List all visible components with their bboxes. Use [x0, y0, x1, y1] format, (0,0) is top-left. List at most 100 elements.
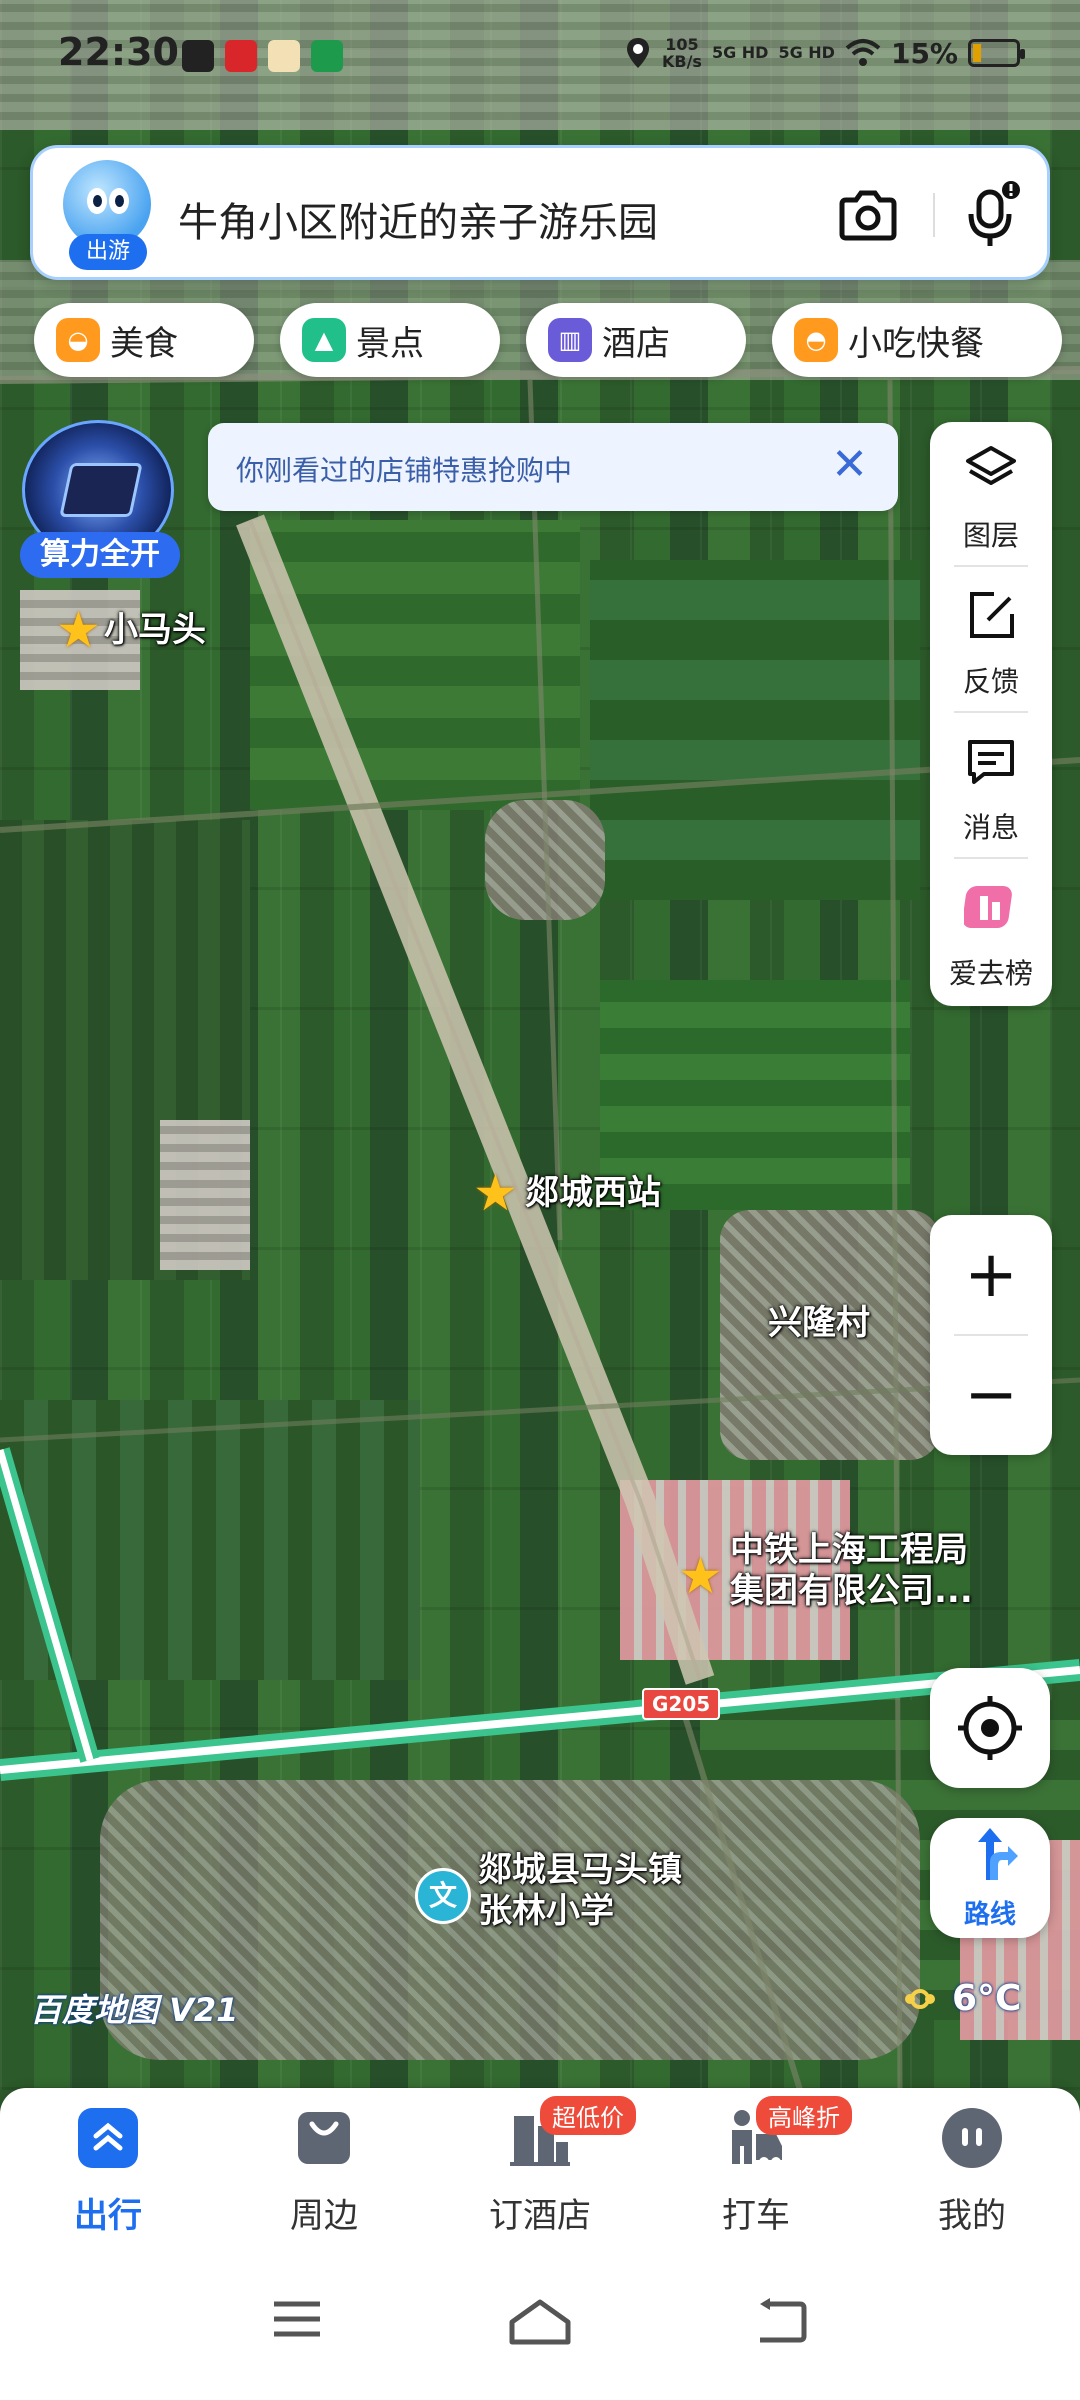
tab-label: 周边: [290, 2196, 358, 2236]
battery-icon: [968, 39, 1025, 67]
scenic-icon: ▲: [302, 318, 346, 362]
tab-label: 出行: [74, 2196, 142, 2236]
crec-label-line2: 集团有限公司...: [730, 1570, 973, 1611]
postal-notification-icon: [311, 40, 343, 72]
category-snacks[interactable]: ◓ 小吃快餐: [772, 303, 1062, 377]
favorite-star-icon[interactable]: ★: [56, 605, 102, 655]
signal-1: 5G HD: [712, 45, 769, 61]
hotel-icon: ▥: [548, 318, 592, 362]
feedback-icon: [970, 592, 1014, 638]
signal-2-label: 5G HD: [778, 43, 835, 62]
tab-label: 打车: [722, 2196, 790, 2236]
system-navigation-bar: [0, 2238, 1080, 2400]
camera-icon[interactable]: [838, 186, 898, 242]
tool-label: 图层: [962, 519, 1019, 552]
signal-2: 5G HD: [778, 45, 835, 61]
power-badge[interactable]: 算力全开: [20, 420, 180, 580]
search-bar[interactable]: 出游 牛角小区附近的亲子游乐园: [30, 145, 1050, 280]
map-label-crec[interactable]: 中铁上海工程局 集团有限公司...: [730, 1530, 973, 1612]
category-label: 美食: [110, 323, 178, 364]
status-bar: 22:30 105 KB/s 5G HD 5G HD 15%: [0, 0, 1080, 110]
zoom-in-button[interactable]: +: [930, 1215, 1052, 1335]
map-label-xinglong-village[interactable]: 兴隆村: [768, 1303, 870, 1344]
taobao-notification-icon: [225, 40, 257, 72]
ranking-icon: [964, 886, 1012, 928]
favorite-star-icon[interactable]: ★: [473, 1168, 519, 1218]
category-label: 小吃快餐: [848, 323, 984, 364]
search-divider: [933, 193, 935, 237]
promo-notice-text: 你刚看过的店铺特惠抢购中: [236, 454, 573, 487]
signal-1-label: 5G HD: [711, 43, 769, 62]
status-right: 105 KB/s 5G HD 5G HD 15%: [624, 36, 1025, 70]
tab-nearby[interactable]: 周边: [234, 2106, 414, 2236]
map-label-xiaomatou[interactable]: 小马头: [104, 610, 206, 651]
haze-icon: [905, 1988, 935, 2009]
zoom-out-button[interactable]: −: [930, 1335, 1052, 1455]
category-label: 景点: [356, 323, 424, 364]
favorite-star-icon[interactable]: ★: [678, 1551, 724, 1601]
route-label: 路线: [963, 1900, 1016, 1930]
menu-icon[interactable]: [270, 2298, 324, 2340]
nearby-bag-icon: [298, 2112, 350, 2164]
baidu-map-logo: 百度地图 V21: [30, 1991, 239, 2029]
crec-label-line1: 中铁上海工程局: [730, 1530, 968, 1570]
search-input[interactable]: 牛角小区附近的亲子游乐园: [178, 190, 658, 248]
snack-icon: ◓: [794, 318, 838, 362]
map-label-tancheng-west-station[interactable]: 郯城西站: [525, 1173, 661, 1214]
taxi-promo-badge: 高峰折: [756, 2096, 852, 2135]
app-notification-icon: [182, 40, 214, 72]
tool-messages[interactable]: 消息: [930, 714, 1052, 858]
tool-ranking[interactable]: 爱去榜: [930, 860, 1052, 1004]
game-notification-icon: [268, 40, 300, 72]
road-badge-g205: G205: [642, 1688, 721, 1720]
profile-icon: [942, 2108, 1002, 2168]
tool-label: 消息: [962, 811, 1019, 844]
tab-hotel[interactable]: 超低价 订酒店: [450, 2096, 636, 2236]
tab-profile[interactable]: 我的: [882, 2106, 1062, 2236]
tool-layers[interactable]: 图层: [930, 422, 1052, 566]
net-speed-unit: KB/s: [661, 52, 702, 71]
close-icon[interactable]: ✕: [831, 439, 868, 491]
school-label-line2: 张林小学: [478, 1890, 614, 1931]
temperature: 6°C: [952, 1978, 1022, 2019]
tool-feedback[interactable]: 反馈: [930, 568, 1052, 712]
travel-icon: [78, 2108, 138, 2168]
locate-button[interactable]: [930, 1668, 1050, 1788]
clock: 22:30: [58, 30, 179, 74]
promo-notice[interactable]: 你刚看过的店铺特惠抢购中 ✕: [208, 423, 898, 511]
route-arrow-icon: [978, 1828, 1018, 1880]
layers-icon: [966, 446, 1016, 485]
category-hotel[interactable]: ▥ 酒店: [526, 303, 746, 377]
map-label-school[interactable]: 郯城县马头镇 张林小学: [478, 1850, 682, 1932]
network-speed: 105 KB/s: [662, 36, 702, 70]
back-icon[interactable]: [752, 2298, 808, 2344]
zoom-control: + −: [930, 1215, 1052, 1455]
school-poi-icon[interactable]: 文: [415, 1868, 471, 1924]
tab-travel[interactable]: 出行: [18, 2106, 198, 2236]
bottom-tab-bar: 出行 周边 超低价 订酒店 高峰折 打车 我的: [0, 2088, 1080, 2238]
tool-label: 爱去榜: [948, 957, 1033, 990]
category-scenic[interactable]: ▲ 景点: [280, 303, 500, 377]
category-label: 酒店: [602, 323, 670, 364]
crosshair-icon: [958, 1696, 1022, 1760]
school-icon-glyph: 文: [428, 1879, 457, 1912]
wifi-icon: [845, 39, 881, 66]
battery-percent: 15%: [890, 36, 958, 70]
route-button[interactable]: 路线: [930, 1818, 1050, 1938]
food-icon: ◒: [56, 318, 100, 362]
tab-label: 我的: [938, 2196, 1006, 2236]
home-icon[interactable]: [508, 2298, 572, 2346]
tab-label: 订酒店: [489, 2196, 591, 2236]
net-speed-value: 105: [665, 35, 699, 54]
message-icon: [968, 740, 1014, 784]
assistant-mode-tag[interactable]: 出游: [69, 234, 147, 270]
microphone-icon[interactable]: [963, 180, 1023, 250]
map-tools-panel: 图层 反馈 消息 爱去榜: [930, 422, 1052, 1006]
tool-label: 反馈: [962, 665, 1019, 698]
power-badge-label: 算力全开: [20, 532, 180, 578]
category-food[interactable]: ◒ 美食: [34, 303, 254, 377]
weather-widget[interactable]: 6°C: [900, 1978, 1021, 2019]
tab-taxi[interactable]: 高峰折 打车: [666, 2096, 852, 2236]
hotel-promo-badge: 超低价: [540, 2096, 636, 2135]
school-label-line1: 郯城县马头镇: [478, 1850, 682, 1890]
